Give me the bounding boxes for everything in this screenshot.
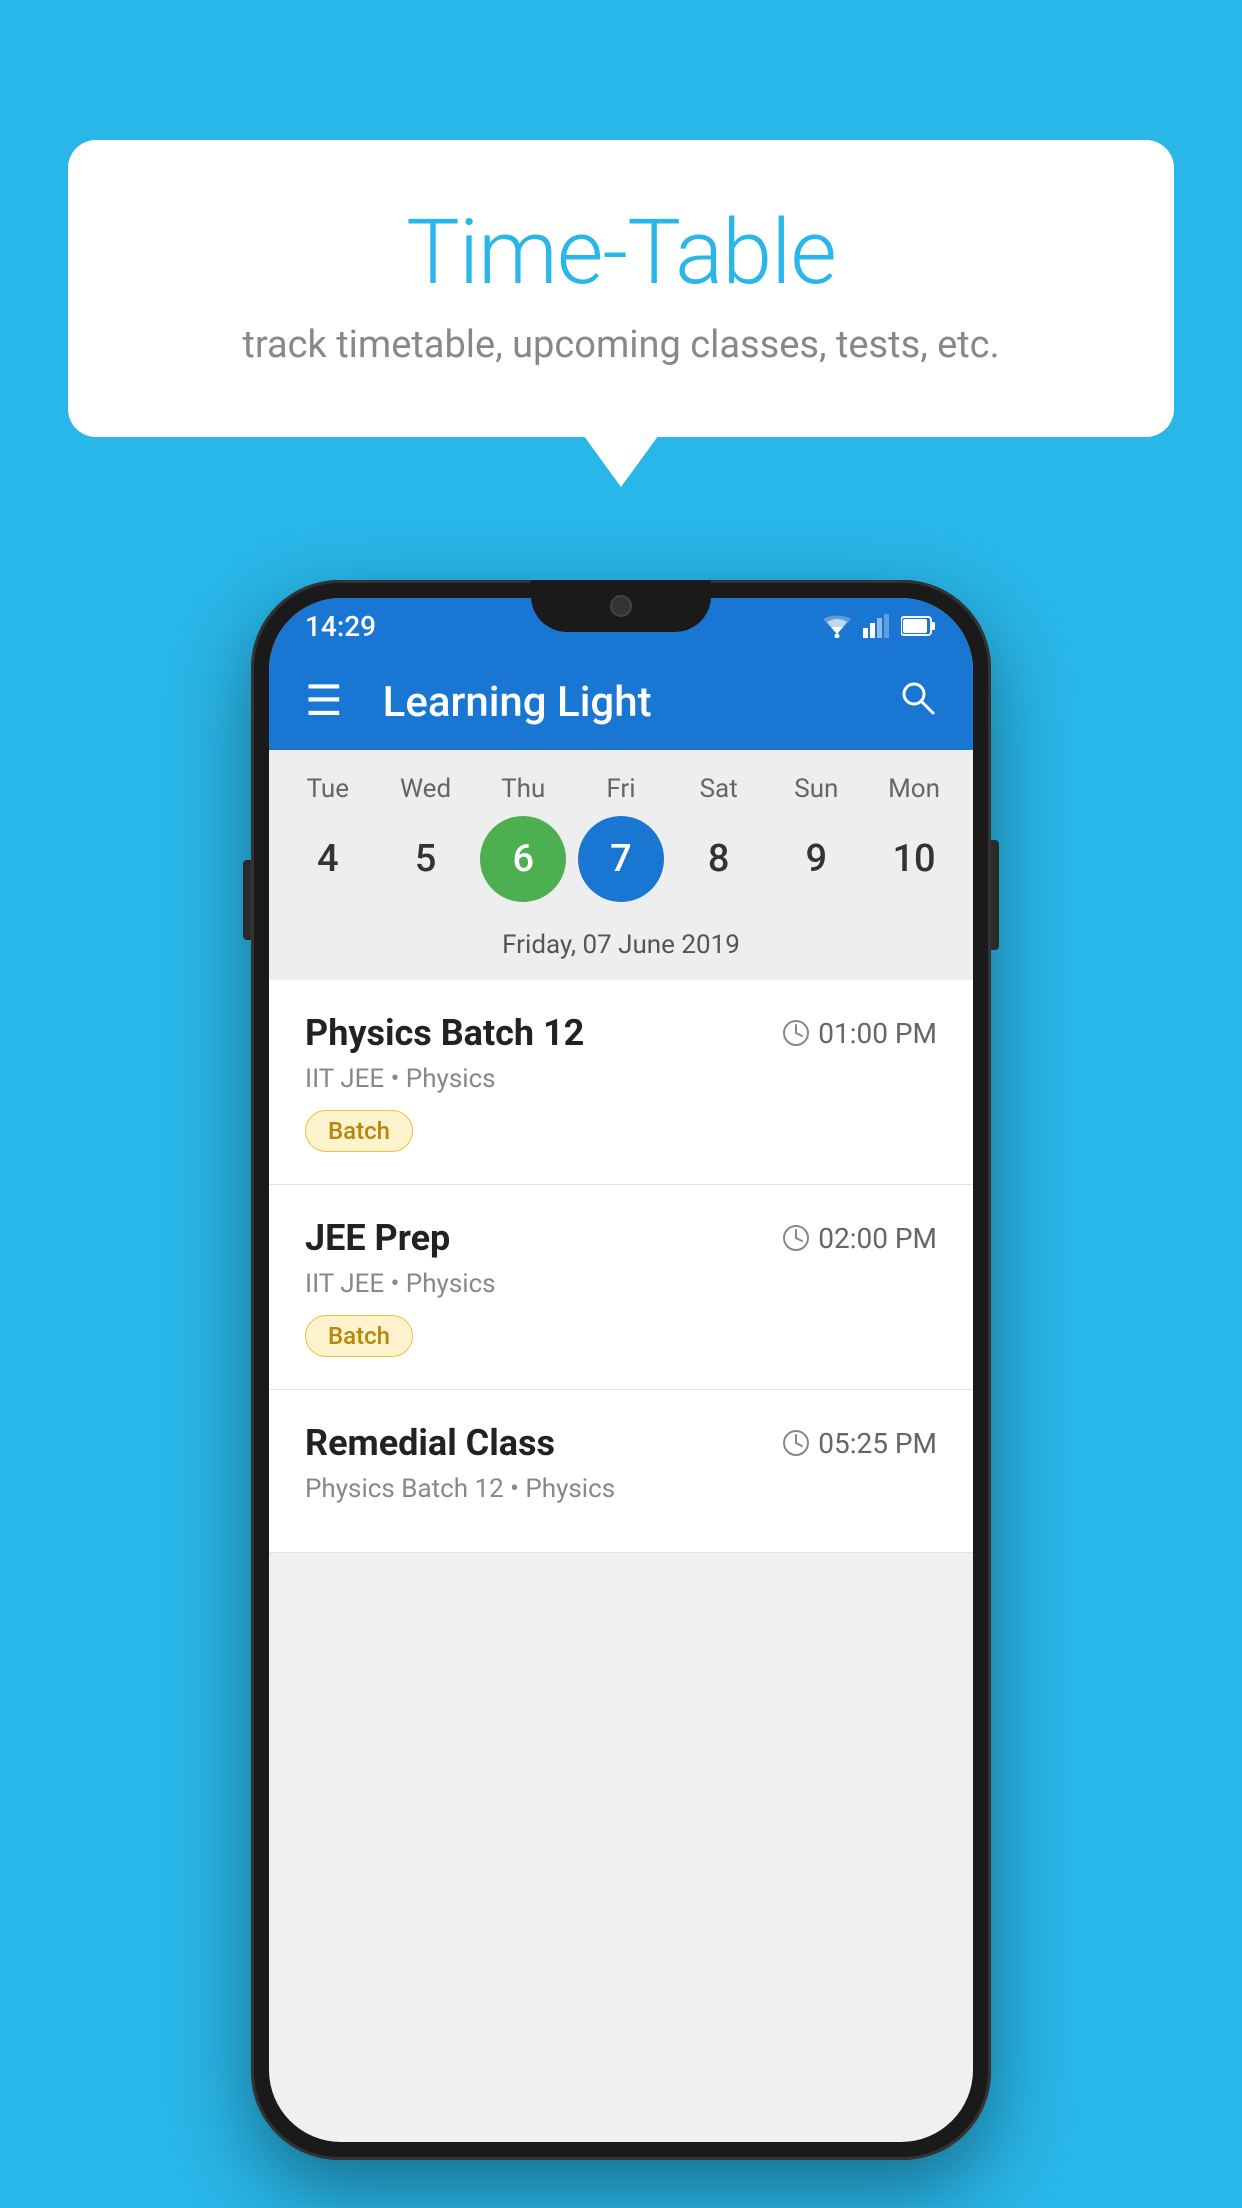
date-7-selected[interactable]: 7 [578, 816, 664, 902]
selected-date-label: Friday, 07 June 2019 [269, 920, 973, 980]
schedule-item-1-title: Physics Batch 12 [305, 1012, 584, 1054]
date-row: 4 5 6 7 8 9 [269, 816, 973, 902]
schedule-item-3[interactable]: Remedial Class 05:25 PM Physics Batch 12… [269, 1390, 973, 1553]
schedule-item-1[interactable]: Physics Batch 12 01:00 PM IIT JEE • Phys… [269, 980, 973, 1185]
schedule-item-2-header: JEE Prep 02:00 PM [305, 1217, 937, 1259]
phone-frame: 14:29 [251, 580, 991, 2160]
phone-notch [531, 580, 711, 632]
phone-screen: 14:29 [269, 598, 973, 2142]
battery-icon [901, 615, 937, 637]
schedule-item-2-title: JEE Prep [305, 1217, 450, 1259]
weekday-fri: Fri [578, 774, 664, 804]
date-5[interactable]: 5 [383, 816, 469, 902]
schedule-item-3-subtitle: Physics Batch 12 • Physics [305, 1474, 937, 1504]
phone-camera [610, 595, 632, 617]
schedule-item-2-subtitle: IIT JEE • Physics [305, 1269, 937, 1299]
clock-icon-2 [782, 1224, 810, 1252]
weekday-mon: Mon [871, 774, 957, 804]
status-icons [821, 614, 937, 638]
batch-badge-1: Batch [305, 1110, 413, 1152]
hamburger-icon[interactable]: ☰ [305, 681, 343, 723]
wifi-icon [821, 614, 853, 638]
date-9[interactable]: 9 [773, 816, 859, 902]
schedule-item-1-header: Physics Batch 12 01:00 PM [305, 1012, 937, 1054]
phone-outer: 14:29 [251, 580, 991, 2160]
clock-icon-1 [782, 1019, 810, 1047]
calendar-section: Tue Wed Thu Fri Sat Sun [269, 750, 973, 980]
app-title: Learning Light [373, 678, 867, 727]
app-bar: ☰ Learning Light [269, 654, 973, 750]
weekday-sat: Sat [676, 774, 762, 804]
weekday-tue: Tue [285, 774, 371, 804]
weekday-sun: Sun [773, 774, 859, 804]
weekday-wed: Wed [383, 774, 469, 804]
schedule-item-3-title: Remedial Class [305, 1422, 555, 1464]
clock-icon-3 [782, 1429, 810, 1457]
phone-button-left [243, 860, 251, 940]
date-10[interactable]: 10 [871, 816, 957, 902]
schedule-item-3-header: Remedial Class 05:25 PM [305, 1422, 937, 1464]
schedule-item-2-time: 02:00 PM [782, 1222, 937, 1255]
signal-icon [863, 614, 891, 638]
speech-bubble-wrapper: Time-Table track timetable, upcoming cla… [68, 140, 1174, 437]
schedule-list: Physics Batch 12 01:00 PM IIT JEE • Phys… [269, 980, 973, 1553]
date-4[interactable]: 4 [285, 816, 371, 902]
schedule-item-1-subtitle: IIT JEE • Physics [305, 1064, 937, 1094]
weekday-row: Tue Wed Thu Fri Sat Sun [269, 774, 973, 804]
search-icon[interactable] [897, 677, 937, 728]
weekday-thu: Thu [480, 774, 566, 804]
speech-bubble: Time-Table track timetable, upcoming cla… [68, 140, 1174, 437]
phone-button-right [991, 840, 999, 950]
schedule-item-2[interactable]: JEE Prep 02:00 PM IIT JEE • Physics Batc… [269, 1185, 973, 1390]
schedule-item-3-time: 05:25 PM [782, 1427, 937, 1460]
speech-bubble-subtitle: track timetable, upcoming classes, tests… [148, 323, 1094, 367]
status-time: 14:29 [305, 610, 376, 643]
speech-bubble-title: Time-Table [148, 200, 1094, 305]
date-6-today[interactable]: 6 [480, 816, 566, 902]
date-8[interactable]: 8 [676, 816, 762, 902]
schedule-item-1-time: 01:00 PM [782, 1017, 937, 1050]
batch-badge-2: Batch [305, 1315, 413, 1357]
